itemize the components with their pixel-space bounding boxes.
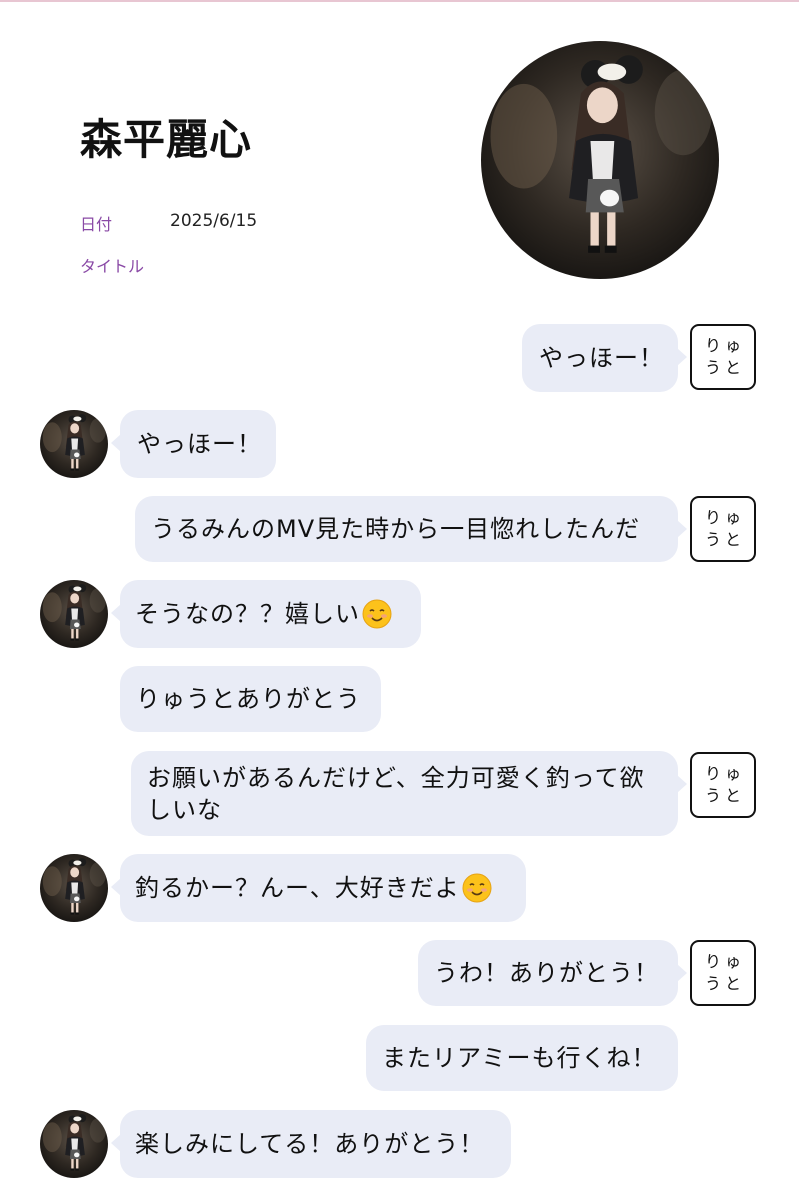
avatar: [40, 410, 108, 478]
message-bubble-outgoing: うわ！ありがとう！: [418, 940, 687, 1006]
avatar: [40, 1110, 108, 1178]
message-bubble-incoming: そうなの？？嬉しい: [111, 580, 421, 648]
message-text: うるみんのMV見た時から一目惚れしたんだ: [151, 515, 641, 543]
page-title: 森平麗心: [80, 115, 253, 164]
user-badge: りゅ うと: [690, 324, 756, 390]
message-bubble-outgoing: お願いがあるんだけど、全力可愛く釣って欲しいな: [131, 751, 687, 836]
message-text: またリアミーも行くね！: [382, 1044, 657, 1072]
message-text: 楽しみにしてる！ありがとう！: [135, 1130, 485, 1158]
profile-photo: [481, 41, 719, 279]
date-value: 2025/6/15: [170, 211, 258, 231]
top-divider: [0, 0, 799, 2]
message-text: そうなの？？嬉しい: [135, 600, 360, 628]
message-bubble-outgoing: うるみんのMV見た時から一目惚れしたんだ: [135, 496, 687, 562]
message-bubble-incoming: 楽しみにしてる！ありがとう！: [111, 1110, 511, 1178]
title-label: タイトル: [80, 257, 145, 276]
message-text: やっほー！: [137, 430, 262, 458]
message-bubble-incoming: やっほー！: [111, 410, 276, 478]
avatar: [40, 580, 108, 648]
message-text: りゅうとありがとう: [136, 685, 361, 713]
message-text: うわ！ありがとう！: [434, 959, 659, 987]
message-text: 釣るかー？んー、大好きだよ: [135, 874, 460, 902]
user-badge: りゅ うと: [690, 940, 756, 1006]
date-label: 日付: [80, 215, 113, 234]
message-bubble-outgoing: またリアミーも行くね！: [366, 1025, 678, 1091]
message-bubble-outgoing: やっほー！: [522, 324, 687, 392]
smiling-face-icon: [462, 873, 492, 903]
message-text: お願いがあるんだけど、全力可愛く釣って欲しいな: [147, 763, 645, 824]
avatar: [40, 854, 108, 922]
user-badge: りゅ うと: [690, 496, 756, 562]
user-badge: りゅ うと: [690, 752, 756, 818]
message-text: やっほー！: [539, 344, 664, 372]
message-bubble-incoming: りゅうとありがとう: [120, 666, 381, 732]
message-bubble-incoming: 釣るかー？んー、大好きだよ: [111, 854, 526, 922]
smiling-face-icon: [362, 599, 392, 629]
